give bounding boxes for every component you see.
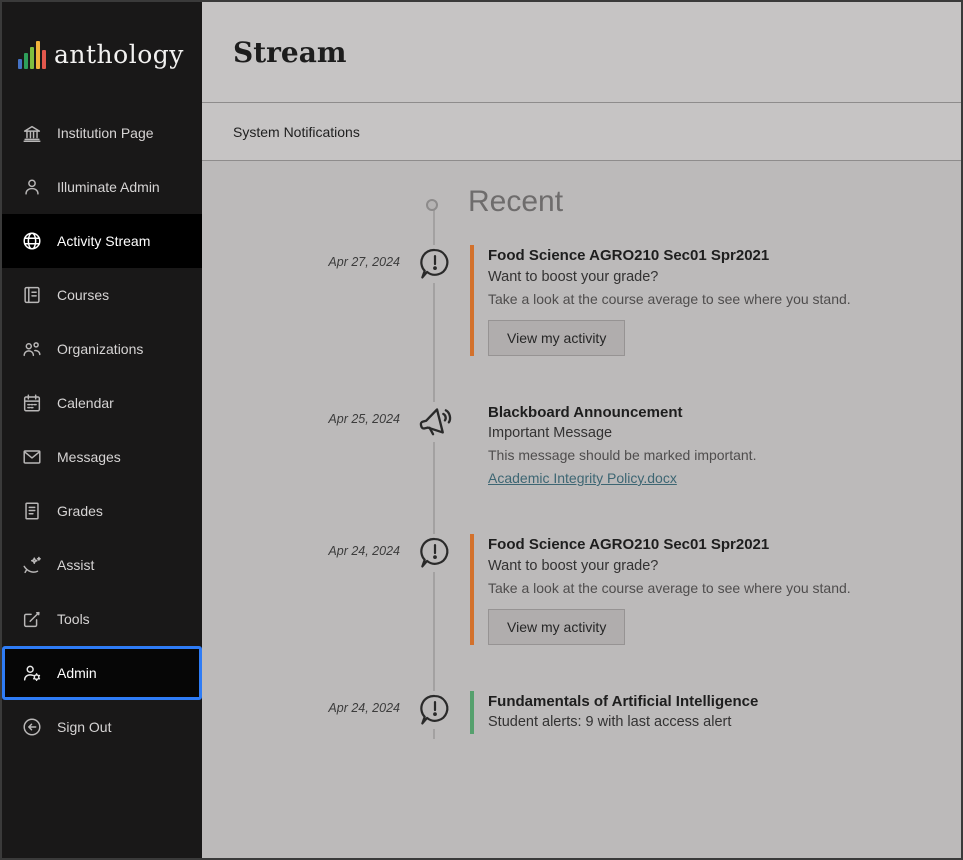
stream-item-body: Blackboard Announcement Important Messag…: [470, 402, 961, 489]
sidebar-item-illuminate-admin[interactable]: Illuminate Admin: [2, 160, 202, 214]
stream-item-line2: Take a look at the course average to see…: [488, 578, 961, 599]
stream-item-line2: This message should be marked important.: [488, 445, 961, 466]
stream-item-date: Apr 24, 2024: [202, 691, 400, 735]
sidebar-item-label: Sign Out: [57, 719, 111, 735]
tools-icon: [21, 608, 43, 630]
sidebar-item-grades[interactable]: Grades: [2, 484, 202, 538]
stream-item: Apr 25, 2024 Blackboard Announcement Imp…: [202, 402, 961, 489]
sidebar-item-label: Grades: [57, 503, 103, 519]
admin-gear-icon: [21, 662, 43, 684]
grades-icon: [21, 500, 43, 522]
sidebar-item-label: Organizations: [57, 341, 143, 357]
sidebar-item-activity-stream[interactable]: Activity Stream: [2, 214, 202, 268]
stream-item-body: Food Science AGRO210 Sec01 Spr2021 Want …: [470, 534, 961, 645]
tab-system-notifications[interactable]: System Notifications: [233, 124, 360, 140]
sidebar-item-admin[interactable]: Admin: [2, 646, 202, 700]
alert-bubble-icon: [400, 534, 470, 645]
sidebar-item-label: Courses: [57, 287, 109, 303]
stream-item-body: Food Science AGRO210 Sec01 Spr2021 Want …: [470, 245, 961, 356]
sidebar-item-label: Admin: [57, 665, 97, 681]
sidebar-item-sign-out[interactable]: Sign Out: [2, 700, 202, 754]
stream-item-body: Fundamentals of Artificial Intelligence …: [470, 691, 961, 735]
institution-icon: [21, 122, 43, 144]
page-title: Stream: [233, 36, 347, 69]
stream-item-date: Apr 24, 2024: [202, 534, 400, 645]
sidebar-item-organizations[interactable]: Organizations: [2, 322, 202, 376]
recent-heading: Recent: [468, 185, 961, 219]
envelope-icon: [21, 446, 43, 468]
globe-icon: [21, 230, 43, 252]
courses-icon: [21, 284, 43, 306]
people-icon: [21, 338, 43, 360]
sidebar-item-label: Tools: [57, 611, 90, 627]
stream-item-line1: Important Message: [488, 423, 961, 445]
person-icon: [21, 176, 43, 198]
stream-item-line1: Want to boost your grade?: [488, 556, 961, 578]
announcement-megaphone-icon: [400, 402, 470, 489]
sidebar: anthology Institution Page Illuminate Ad…: [2, 2, 202, 858]
stream-item: Apr 27, 2024 Food Science AGRO210 Sec01 …: [202, 245, 961, 356]
stream-item-line1: Student alerts: 9 with last access alert: [488, 712, 961, 734]
sidebar-item-label: Illuminate Admin: [57, 179, 160, 195]
app-window: anthology Institution Page Illuminate Ad…: [0, 0, 963, 860]
stream-item-title: Food Science AGRO210 Sec01 Spr2021: [488, 245, 961, 267]
sidebar-item-label: Messages: [57, 449, 121, 465]
timeline-start-dot: [426, 199, 438, 211]
anthology-logo[interactable]: anthology: [2, 2, 202, 106]
view-activity-button[interactable]: View my activity: [488, 609, 625, 645]
sidebar-item-label: Activity Stream: [57, 233, 150, 249]
assist-icon: [21, 554, 43, 576]
stream-item: Apr 24, 2024 Fundamentals of Artificial …: [202, 691, 961, 735]
logo-wordmark: anthology: [54, 40, 184, 69]
sidebar-item-assist[interactable]: Assist: [2, 538, 202, 592]
stream-item-date: Apr 25, 2024: [202, 402, 400, 489]
main-area: Stream System Notifications Recent Apr 2…: [202, 2, 961, 858]
calendar-icon: [21, 392, 43, 414]
sidebar-item-messages[interactable]: Messages: [2, 430, 202, 484]
sign-out-icon: [21, 716, 43, 738]
activity-timeline: Recent Apr 27, 2024 Food Science AGRO210…: [202, 161, 961, 734]
sidebar-item-label: Calendar: [57, 395, 114, 411]
stream-item-line2: Take a look at the course average to see…: [488, 289, 961, 310]
sidebar-item-label: Institution Page: [57, 125, 154, 141]
stream-item-title: Blackboard Announcement: [488, 402, 961, 424]
stream-item-title: Food Science AGRO210 Sec01 Spr2021: [488, 534, 961, 556]
stream-item: Apr 24, 2024 Food Science AGRO210 Sec01 …: [202, 534, 961, 645]
alert-bubble-icon: [400, 691, 470, 735]
policy-doc-link[interactable]: Academic Integrity Policy.docx: [488, 470, 677, 486]
subnav-bar: System Notifications: [202, 103, 961, 161]
sidebar-item-tools[interactable]: Tools: [2, 592, 202, 646]
sidebar-item-institution-page[interactable]: Institution Page: [2, 106, 202, 160]
sidebar-item-courses[interactable]: Courses: [2, 268, 202, 322]
stream-item-line1: Want to boost your grade?: [488, 267, 961, 289]
view-activity-button[interactable]: View my activity: [488, 320, 625, 356]
alert-bubble-icon: [400, 245, 470, 356]
stream-item-date: Apr 27, 2024: [202, 245, 400, 356]
sidebar-nav: Institution Page Illuminate Admin Activi…: [2, 106, 202, 754]
stream-item-title: Fundamentals of Artificial Intelligence: [488, 691, 961, 713]
anthology-logo-icon: [18, 39, 46, 69]
stream-content: Recent Apr 27, 2024 Food Science AGRO210…: [202, 161, 961, 858]
sidebar-item-calendar[interactable]: Calendar: [2, 376, 202, 430]
sidebar-item-label: Assist: [57, 557, 94, 573]
page-header: Stream: [202, 2, 961, 103]
